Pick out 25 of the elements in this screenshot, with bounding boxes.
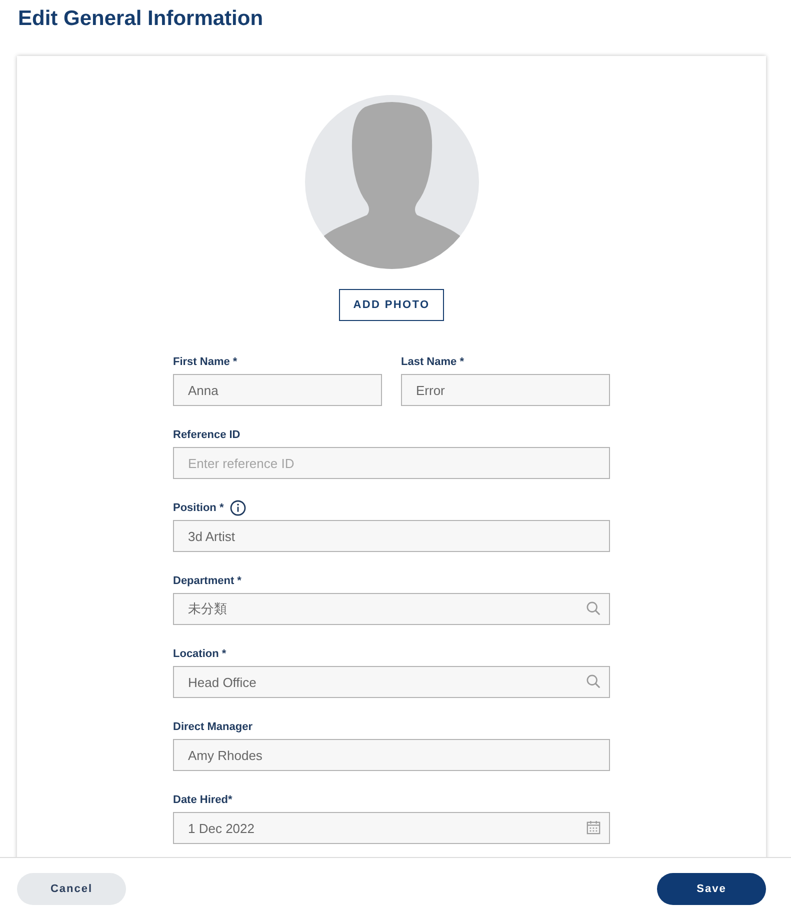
search-icon bbox=[586, 601, 601, 616]
input-field[interactable]: Amy Rhodes bbox=[173, 739, 610, 771]
calendar-icon bbox=[586, 820, 601, 835]
field-label: Location * bbox=[173, 648, 226, 660]
field-label: First Name * bbox=[173, 356, 238, 368]
field-label: Direct Manager bbox=[173, 721, 252, 733]
field-label: Date Hired* bbox=[173, 794, 232, 806]
field-label: Position * bbox=[173, 502, 224, 514]
input-field[interactable]: Anna bbox=[173, 374, 382, 406]
search-icon bbox=[586, 674, 601, 689]
input-field[interactable]: Error bbox=[401, 374, 610, 406]
input-field[interactable]: 3d Artist bbox=[173, 520, 610, 552]
cancel-button[interactable]: Cancel bbox=[17, 872, 126, 904]
save-button[interactable]: Save bbox=[657, 872, 766, 904]
info-icon[interactable] bbox=[230, 500, 246, 516]
date-field[interactable]: 1 Dec 2022 bbox=[173, 812, 610, 844]
search-field[interactable]: 未分類 bbox=[173, 593, 610, 625]
avatar-silhouette-icon bbox=[304, 95, 478, 269]
search-field[interactable]: Head Office bbox=[173, 666, 610, 698]
field-label: Reference ID bbox=[173, 429, 240, 441]
field-label: Last Name * bbox=[401, 356, 464, 368]
add-photo-button[interactable]: ADD PHOTO bbox=[339, 289, 444, 321]
input-field[interactable]: Enter reference ID bbox=[173, 447, 610, 479]
page-title: Edit General Information bbox=[18, 6, 264, 32]
field-label: Department * bbox=[173, 575, 242, 587]
